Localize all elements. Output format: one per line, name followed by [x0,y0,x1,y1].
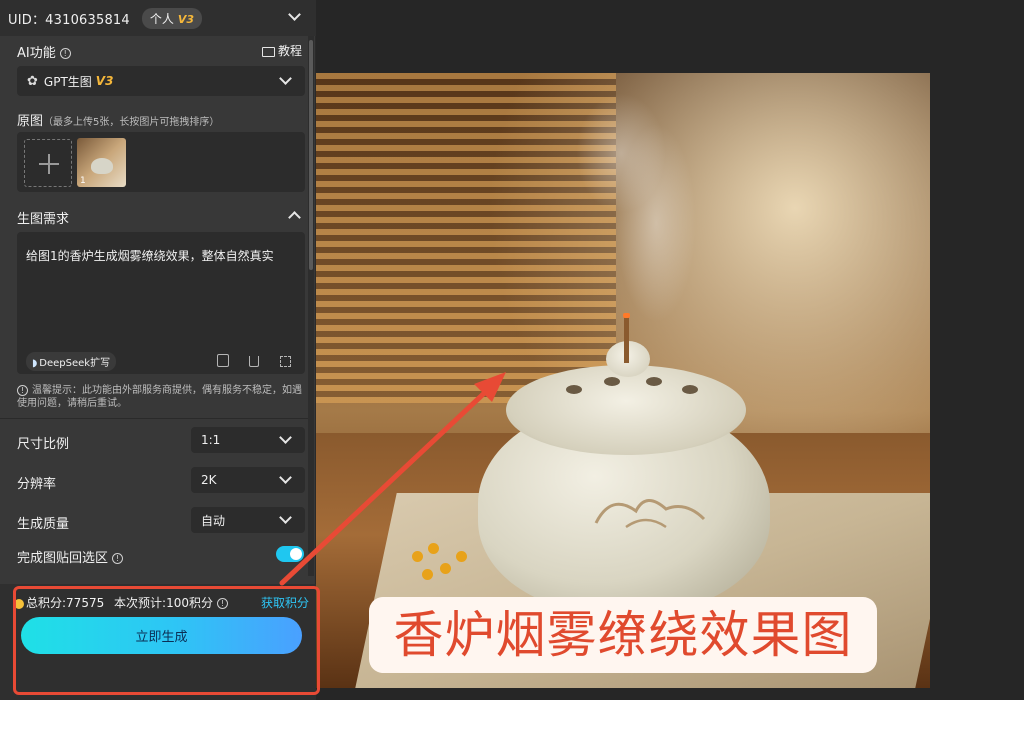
deepseek-label: DeepSeek扩写 [39,358,111,369]
resolution-value: 2K [201,473,217,487]
lid-hole [682,385,698,394]
incense-ember [623,313,630,318]
account-type: 个人 [149,11,174,26]
version-badge: V3 [177,12,195,26]
ai-function-text: AI功能 [17,46,56,61]
aspect-label: 尺寸比例 [17,437,70,452]
service-notice-text: 温馨提示：此功能由外部服务商提供，偶有服务不稳定，如遇使用问题，请稍后重试。 [17,385,302,409]
resolution-label: 分辨率 [17,477,57,492]
chevron-down-icon [279,72,292,85]
prompt-text: 给图1的香炉生成烟雾缭绕效果，整体自然真实 [26,249,274,263]
book-icon [262,46,275,57]
quality-value: 自动 [201,513,226,528]
osmanthus-flower [428,543,439,554]
thumbnail-pot [91,158,113,174]
prompt-label: 生图需求 [17,212,70,227]
model-name: GPT生图 [43,74,92,89]
tutorial-label: 教程 [278,44,303,58]
info-icon: ! [17,384,28,396]
result-image [316,73,930,688]
tutorial-link[interactable]: 教程 [262,42,302,59]
upload-add-button[interactable] [24,139,72,187]
toggle-knob [290,548,302,560]
expand-icon[interactable] [280,356,291,367]
deepseek-button[interactable]: ◗ DeepSeek扩写 [26,352,117,371]
chevron-up-icon[interactable] [288,211,301,224]
source-thumbnail[interactable]: 1 [77,138,126,187]
info-icon[interactable]: ! [112,553,124,564]
account-badge: 个人 V3 [141,7,203,29]
uid-bar[interactable]: UID：4310635814 个人 V3 [0,0,316,36]
model-select[interactable]: ✿ GPT生图 V3 [17,66,305,96]
smoke [576,93,666,213]
whale-icon: ◗ [32,358,38,369]
chevron-down-icon[interactable] [288,8,301,21]
divider [0,418,308,419]
trash-icon[interactable] [249,356,259,367]
lid-hole [604,377,620,386]
quality-select[interactable]: 自动 [191,507,305,533]
lid-hole [566,385,582,394]
chevron-down-icon [279,471,292,484]
source-image-hint: （最多上传5张，长按图片可拖拽排序） [43,117,220,128]
paste-icon[interactable] [217,354,229,367]
info-icon[interactable]: ! [59,48,71,59]
window-blinds [316,73,616,403]
uid-text: UID：4310635814 [8,12,130,28]
quality-label: 生成质量 [17,517,70,532]
plus-icon [48,154,50,174]
model-icon: ✿ [27,73,38,89]
paste-back-text: 完成图贴回选区 [17,551,109,566]
aspect-value: 1:1 [201,433,221,447]
model-version: V3 [95,74,114,88]
cloud-motif [594,499,706,529]
paste-back-label: 完成图贴回选区! [17,547,124,566]
source-image-text: 原图 [17,114,44,129]
chevron-down-icon [279,511,292,524]
osmanthus-flower [422,569,433,580]
scrollbar-thumb[interactable] [309,40,313,270]
ai-function-label: AI功能! [17,42,71,61]
paste-back-toggle[interactable] [276,546,304,562]
source-image-label: 原图（最多上传5张，长按图片可拖拽排序） [17,110,219,129]
chevron-down-icon [279,431,292,444]
incense-stick [624,315,629,363]
lid-hole [646,377,662,386]
annotation-highlight-box [13,586,320,695]
thumbnail-index: 1 [80,176,86,186]
osmanthus-flower [412,551,423,562]
osmanthus-flower [440,563,451,574]
censer-lid [506,365,746,455]
resolution-select[interactable]: 2K [191,467,305,493]
service-notice: ! 温馨提示：此功能由外部服务商提供，偶有服务不稳定，如遇使用问题，请稍后重试。 [17,384,309,410]
aspect-select[interactable]: 1:1 [191,427,305,453]
osmanthus-flower [456,551,467,562]
result-caption: 香炉烟雾缭绕效果图 [369,597,877,673]
